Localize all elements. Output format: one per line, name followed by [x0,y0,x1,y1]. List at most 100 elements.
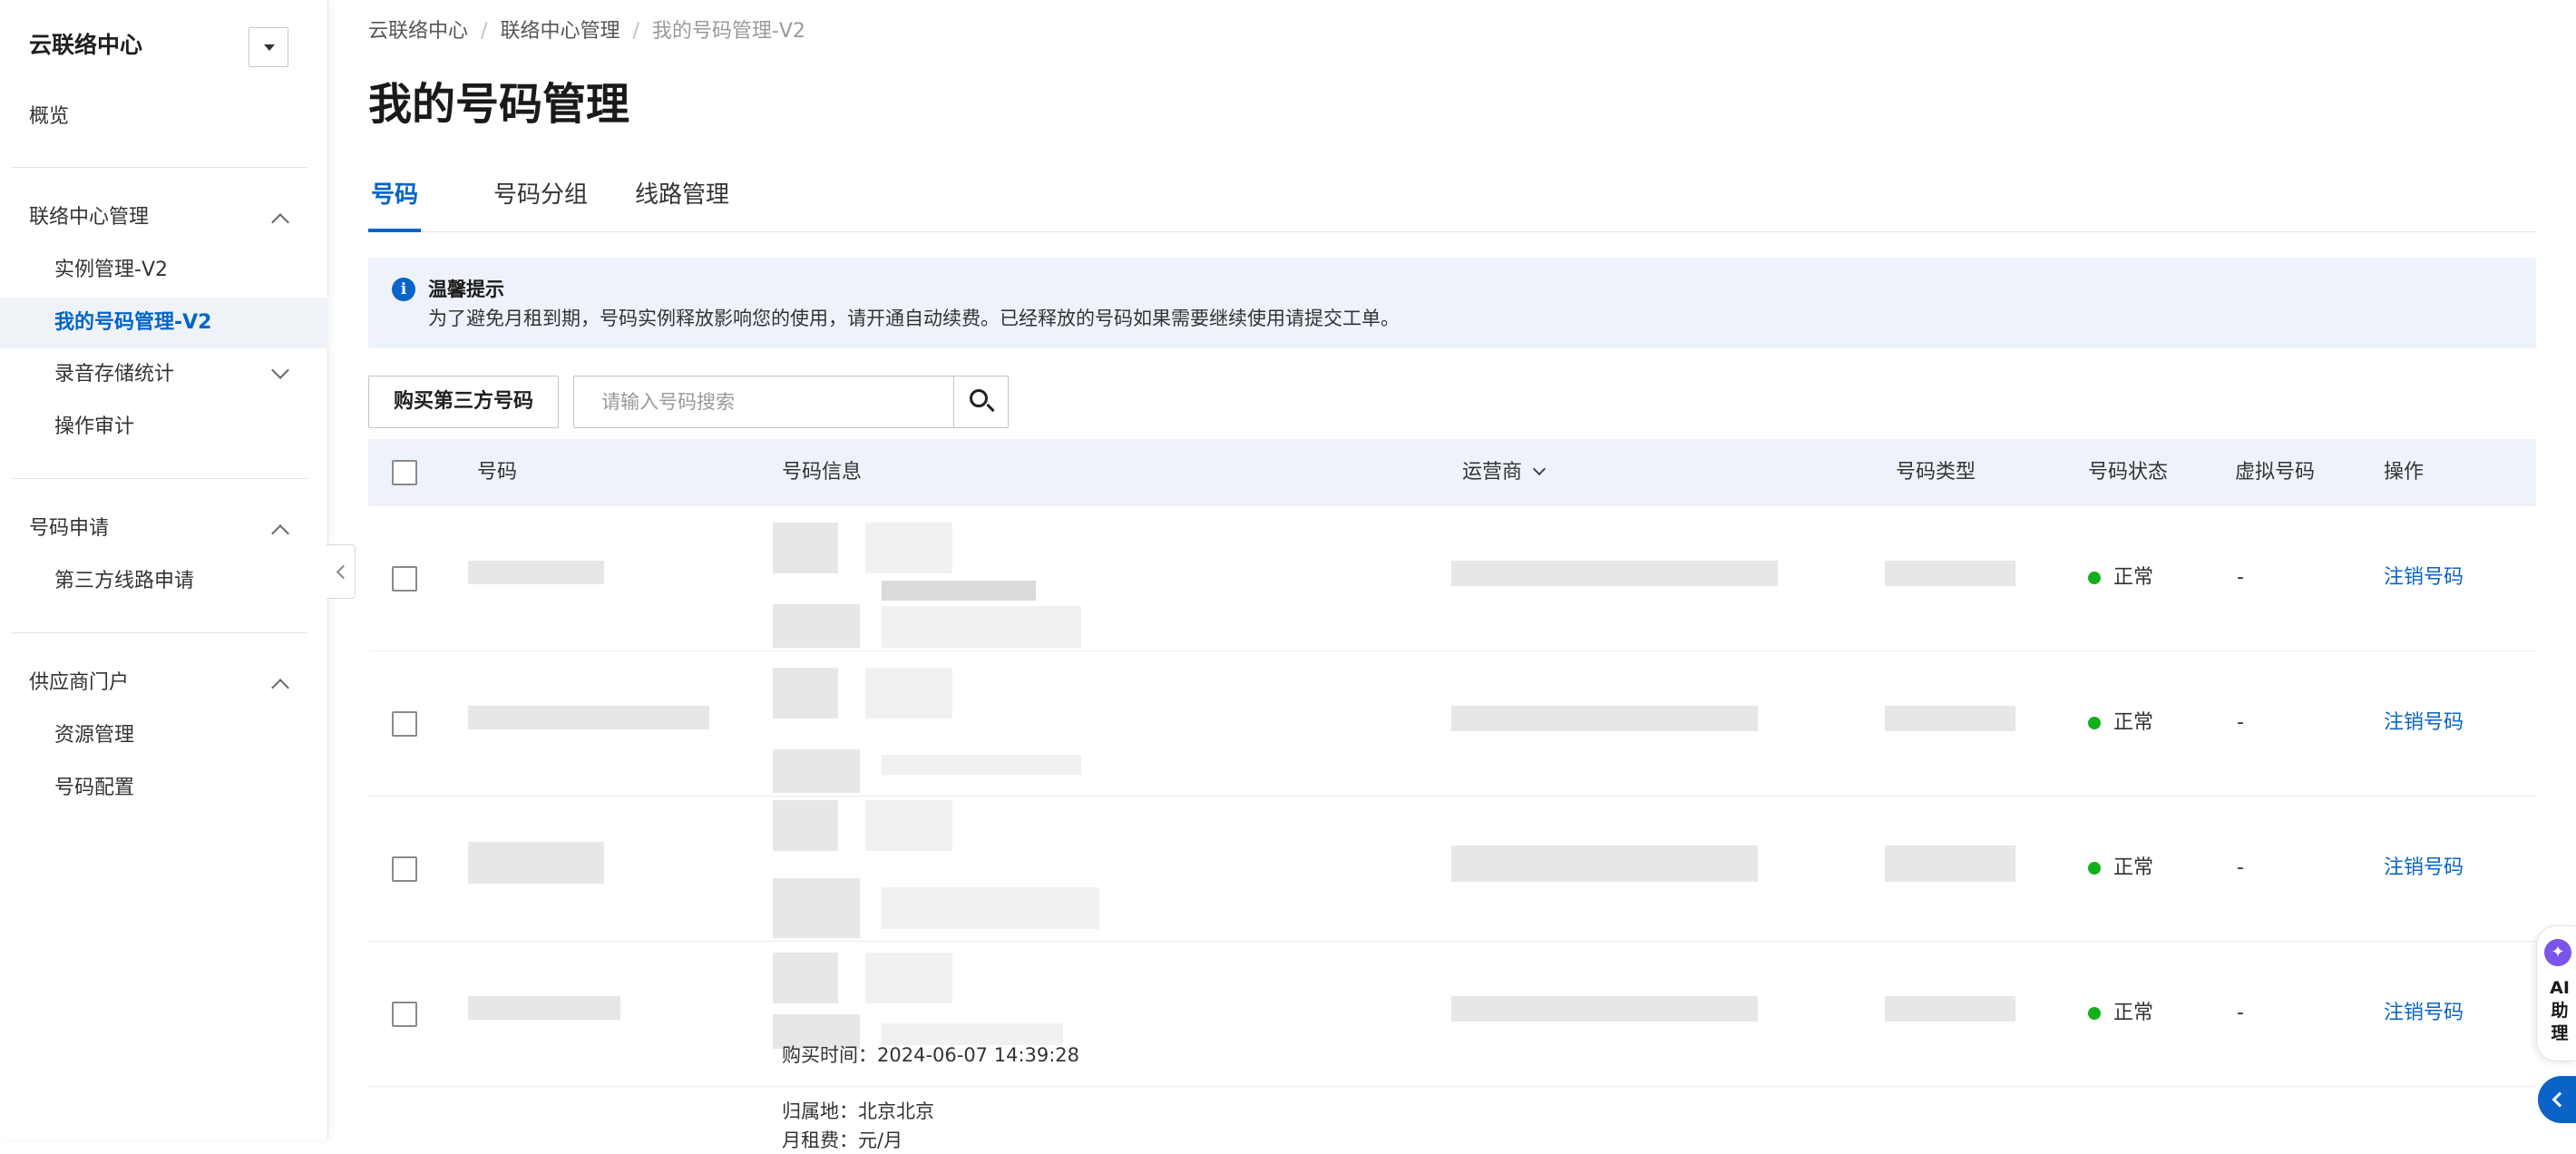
status-badge: 正常 [2088,564,2153,592]
column-header-actions: 操作 [2384,461,2425,484]
notice-title: 温馨提示 [428,279,504,300]
collapse-arrow-icon [336,564,351,580]
column-header-number-info: 号码信息 [782,461,863,484]
column-header-number: 号码 [477,461,518,484]
buy-third-party-number-button[interactable]: 购买第三方号码 [368,376,559,428]
table-row: 正常 - 注销号码 [368,797,2536,942]
collapse-panel-button[interactable] [2538,1076,2576,1123]
search-button[interactable] [953,377,1008,427]
deregister-number-link[interactable]: 注销号码 [2384,1000,2464,1027]
redacted-info [773,523,838,573]
sidebar-header: 云联络中心 [29,27,292,67]
caret-down-icon [264,44,275,51]
status-dot-icon [2088,862,2101,875]
purchase-time-text: 购买时间：2024-06-07 14:39:28 [782,1044,1080,1066]
sidebar-title: 云联络中心 [29,32,143,58]
chevron-up-icon [271,213,289,231]
table-row: 正常 - 注销号码 [368,651,2536,797]
breadcrumb-link[interactable]: 云联络中心 [368,20,468,43]
redacted-number-type [1885,846,2015,882]
ai-logo-icon: ✦ [2544,939,2571,966]
status-dot-icon [2088,1007,2101,1020]
sidebar-divider [11,167,308,168]
numbers-table: 号码 号码信息 运营商 号码类型 号码状态 虚拟号码 操作 正常 - 注销号码 [368,439,2536,1151]
redacted-info [773,800,838,851]
column-header-number-status: 号码状态 [2088,461,2169,484]
sort-caret-icon [1532,462,1547,476]
status-badge: 正常 [2088,1000,2153,1027]
deregister-number-link[interactable]: 注销号码 [2384,855,2464,882]
chevron-up-icon [271,524,289,543]
breadcrumb-current: 我的号码管理-V2 [651,20,805,43]
sidebar-group-number-application[interactable]: 号码申请 [0,504,328,554]
column-header-carrier[interactable]: 运营商 [1462,439,1547,506]
tab-numbers[interactable]: 号码 [368,165,421,232]
sidebar-group-label: 号码申请 [29,517,110,540]
row-checkbox[interactable] [392,1002,417,1027]
sidebar-item-label: 录音存储统计 [54,363,175,386]
row-checkbox[interactable] [392,711,417,737]
deregister-number-link[interactable]: 注销号码 [2384,709,2464,737]
breadcrumb-separator: / [632,20,639,43]
ai-assistant-button[interactable]: ✦ AI助理 [2536,925,2576,1061]
row-checkbox[interactable] [392,856,417,882]
sidebar-item-overview[interactable]: 概览 [0,92,328,142]
status-badge: 正常 [2088,855,2153,882]
sidebar-item-instance-management[interactable]: 实例管理-V2 [0,245,328,296]
redacted-carrier [1451,996,1758,1022]
redacted-carrier [1451,706,1758,731]
chevron-left-icon [2552,1091,2568,1108]
redacted-carrier [1451,846,1758,882]
select-all-checkbox[interactable] [392,460,417,485]
status-badge: 正常 [2088,709,2153,737]
sidebar-item-operation-audit[interactable]: 操作审计 [0,402,328,453]
page-title: 我的号码管理 [368,79,630,130]
redacted-number [468,842,604,884]
notice-banner: i 温馨提示 为了避免月租到期，号码实例释放影响您的使用，请开通自动续费。已经释… [368,258,2536,348]
redacted-number-type [1885,561,2015,586]
table-header: 号码 号码信息 运营商 号码类型 号码状态 虚拟号码 操作 [368,439,2536,506]
search-input[interactable] [574,377,953,427]
tab-line-management[interactable]: 线路管理 [635,165,729,232]
sidebar-group-label: 联络中心管理 [29,206,150,229]
sidebar-item-number-config[interactable]: 号码配置 [0,763,328,814]
table-row: 正常 - 注销号码 [368,506,2536,651]
redacted-info [773,668,838,719]
virtual-number-value: - [2237,1002,2244,1024]
redacted-number [468,706,709,729]
status-dot-icon [2088,572,2101,584]
virtual-number-value: - [2237,711,2244,734]
sidebar: 云联络中心 概览 联络中心管理 实例管理-V2 我的号码管理-V2 录音存储统计… [0,0,328,1139]
virtual-number-value: - [2237,856,2244,879]
sidebar-item-third-party-line[interactable]: 第三方线路申请 [0,556,328,607]
product-switcher-button[interactable] [249,27,288,67]
sidebar-item-recording-storage[interactable]: 录音存储统计 [0,349,328,400]
tab-number-groups[interactable]: 号码分组 [493,165,588,232]
virtual-number-value: - [2237,566,2244,589]
breadcrumb-separator: / [481,20,488,43]
breadcrumb-link[interactable]: 联络中心管理 [500,20,620,43]
row-checkbox[interactable] [392,566,417,592]
status-dot-icon [2088,717,2101,729]
column-header-virtual-number: 虚拟号码 [2235,461,2316,484]
sidebar-item-my-numbers[interactable]: 我的号码管理-V2 [0,298,328,348]
sidebar-group-supplier-portal[interactable]: 供应商门户 [0,658,328,709]
search-icon [970,389,988,407]
sidebar-divider [11,632,308,633]
deregister-number-link[interactable]: 注销号码 [2384,564,2464,592]
main-content: 云联络中心 / 联络中心管理 / 我的号码管理-V2 我的号码管理 号码 号码分组 线路… [368,0,2536,1151]
sidebar-divider [11,478,308,479]
sidebar-collapse-button[interactable] [327,544,356,599]
redacted-number-type [1885,706,2015,731]
location-text: 归属地：北京北京 [782,1100,934,1122]
table-row: 正常 - 注销号码 购买时间：2024-06-07 14:39:28 [368,942,2536,1087]
sidebar-group-label: 供应商门户 [29,671,130,694]
redacted-carrier [1451,561,1778,586]
chevron-up-icon [271,679,289,697]
sidebar-item-resource-management[interactable]: 资源管理 [0,710,328,761]
redacted-number-type [1885,996,2015,1022]
monthly-fee-text: 月租费：元/月 [782,1130,903,1151]
sidebar-group-contact-center[interactable]: 联络中心管理 [0,192,328,243]
search-box [573,376,1009,428]
column-header-number-type: 号码类型 [1896,461,1976,484]
